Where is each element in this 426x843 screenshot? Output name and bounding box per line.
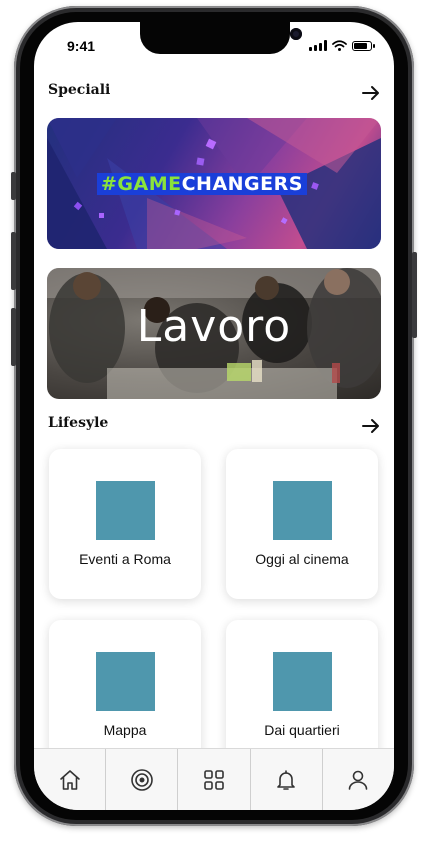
arrow-right-icon[interactable]: [360, 415, 382, 437]
home-icon: [59, 770, 80, 790]
card-image-placeholder: [273, 652, 332, 711]
status-icons: [309, 40, 375, 51]
nav-target[interactable]: [106, 749, 179, 810]
nav-grid[interactable]: [178, 749, 251, 810]
gamechangers-logo: #GAMECHANGERS: [97, 173, 307, 195]
section-title-lifestyle: Lifesyle: [48, 415, 109, 431]
notch: [140, 22, 302, 54]
phone-screen: 9:41 Speciali #GAMECHANGERS Lavoro Lifes…: [34, 22, 394, 810]
card-label: Eventi a Roma: [79, 551, 171, 567]
section-title-speciali: Speciali: [48, 82, 111, 98]
power-button: [412, 252, 417, 338]
camera-icon: [290, 28, 302, 40]
card-label: Mappa: [103, 722, 147, 738]
lifestyle-header: Lifesyle: [48, 415, 382, 439]
card-image-placeholder: [96, 652, 155, 711]
card-label: Dai quartieri: [264, 722, 340, 738]
bottom-nav: [34, 748, 394, 810]
card-image-placeholder: [273, 481, 332, 540]
status-time: 9:41: [67, 38, 96, 54]
card-label: Oggi al cinema: [255, 551, 349, 567]
gamechangers-logo-hash: #GAME: [101, 173, 182, 195]
lavoro-title: Lavoro: [136, 301, 292, 352]
speciali-header: Speciali: [48, 82, 382, 106]
card-oggi-al-cinema[interactable]: Oggi al cinema: [226, 449, 378, 599]
nav-notifications[interactable]: [251, 749, 323, 810]
user-icon: [349, 770, 368, 790]
volume-down-button: [11, 308, 16, 366]
card-image-placeholder: [96, 481, 155, 540]
volume-up-button: [11, 232, 16, 290]
card-eventi-a-roma[interactable]: Eventi a Roma: [49, 449, 201, 599]
gamechangers-banner[interactable]: #GAMECHANGERS: [47, 118, 381, 249]
wifi-icon: [332, 40, 347, 51]
bell-icon: [277, 770, 296, 790]
signal-icon: [309, 40, 327, 51]
arrow-right-icon[interactable]: [360, 82, 382, 104]
battery-icon: [352, 41, 375, 51]
target-icon: [130, 769, 153, 791]
gamechangers-logo-rest: CHANGERS: [181, 173, 303, 195]
grid-icon: [204, 770, 224, 790]
mute-switch: [11, 172, 16, 200]
lavoro-banner[interactable]: Lavoro: [47, 268, 381, 399]
